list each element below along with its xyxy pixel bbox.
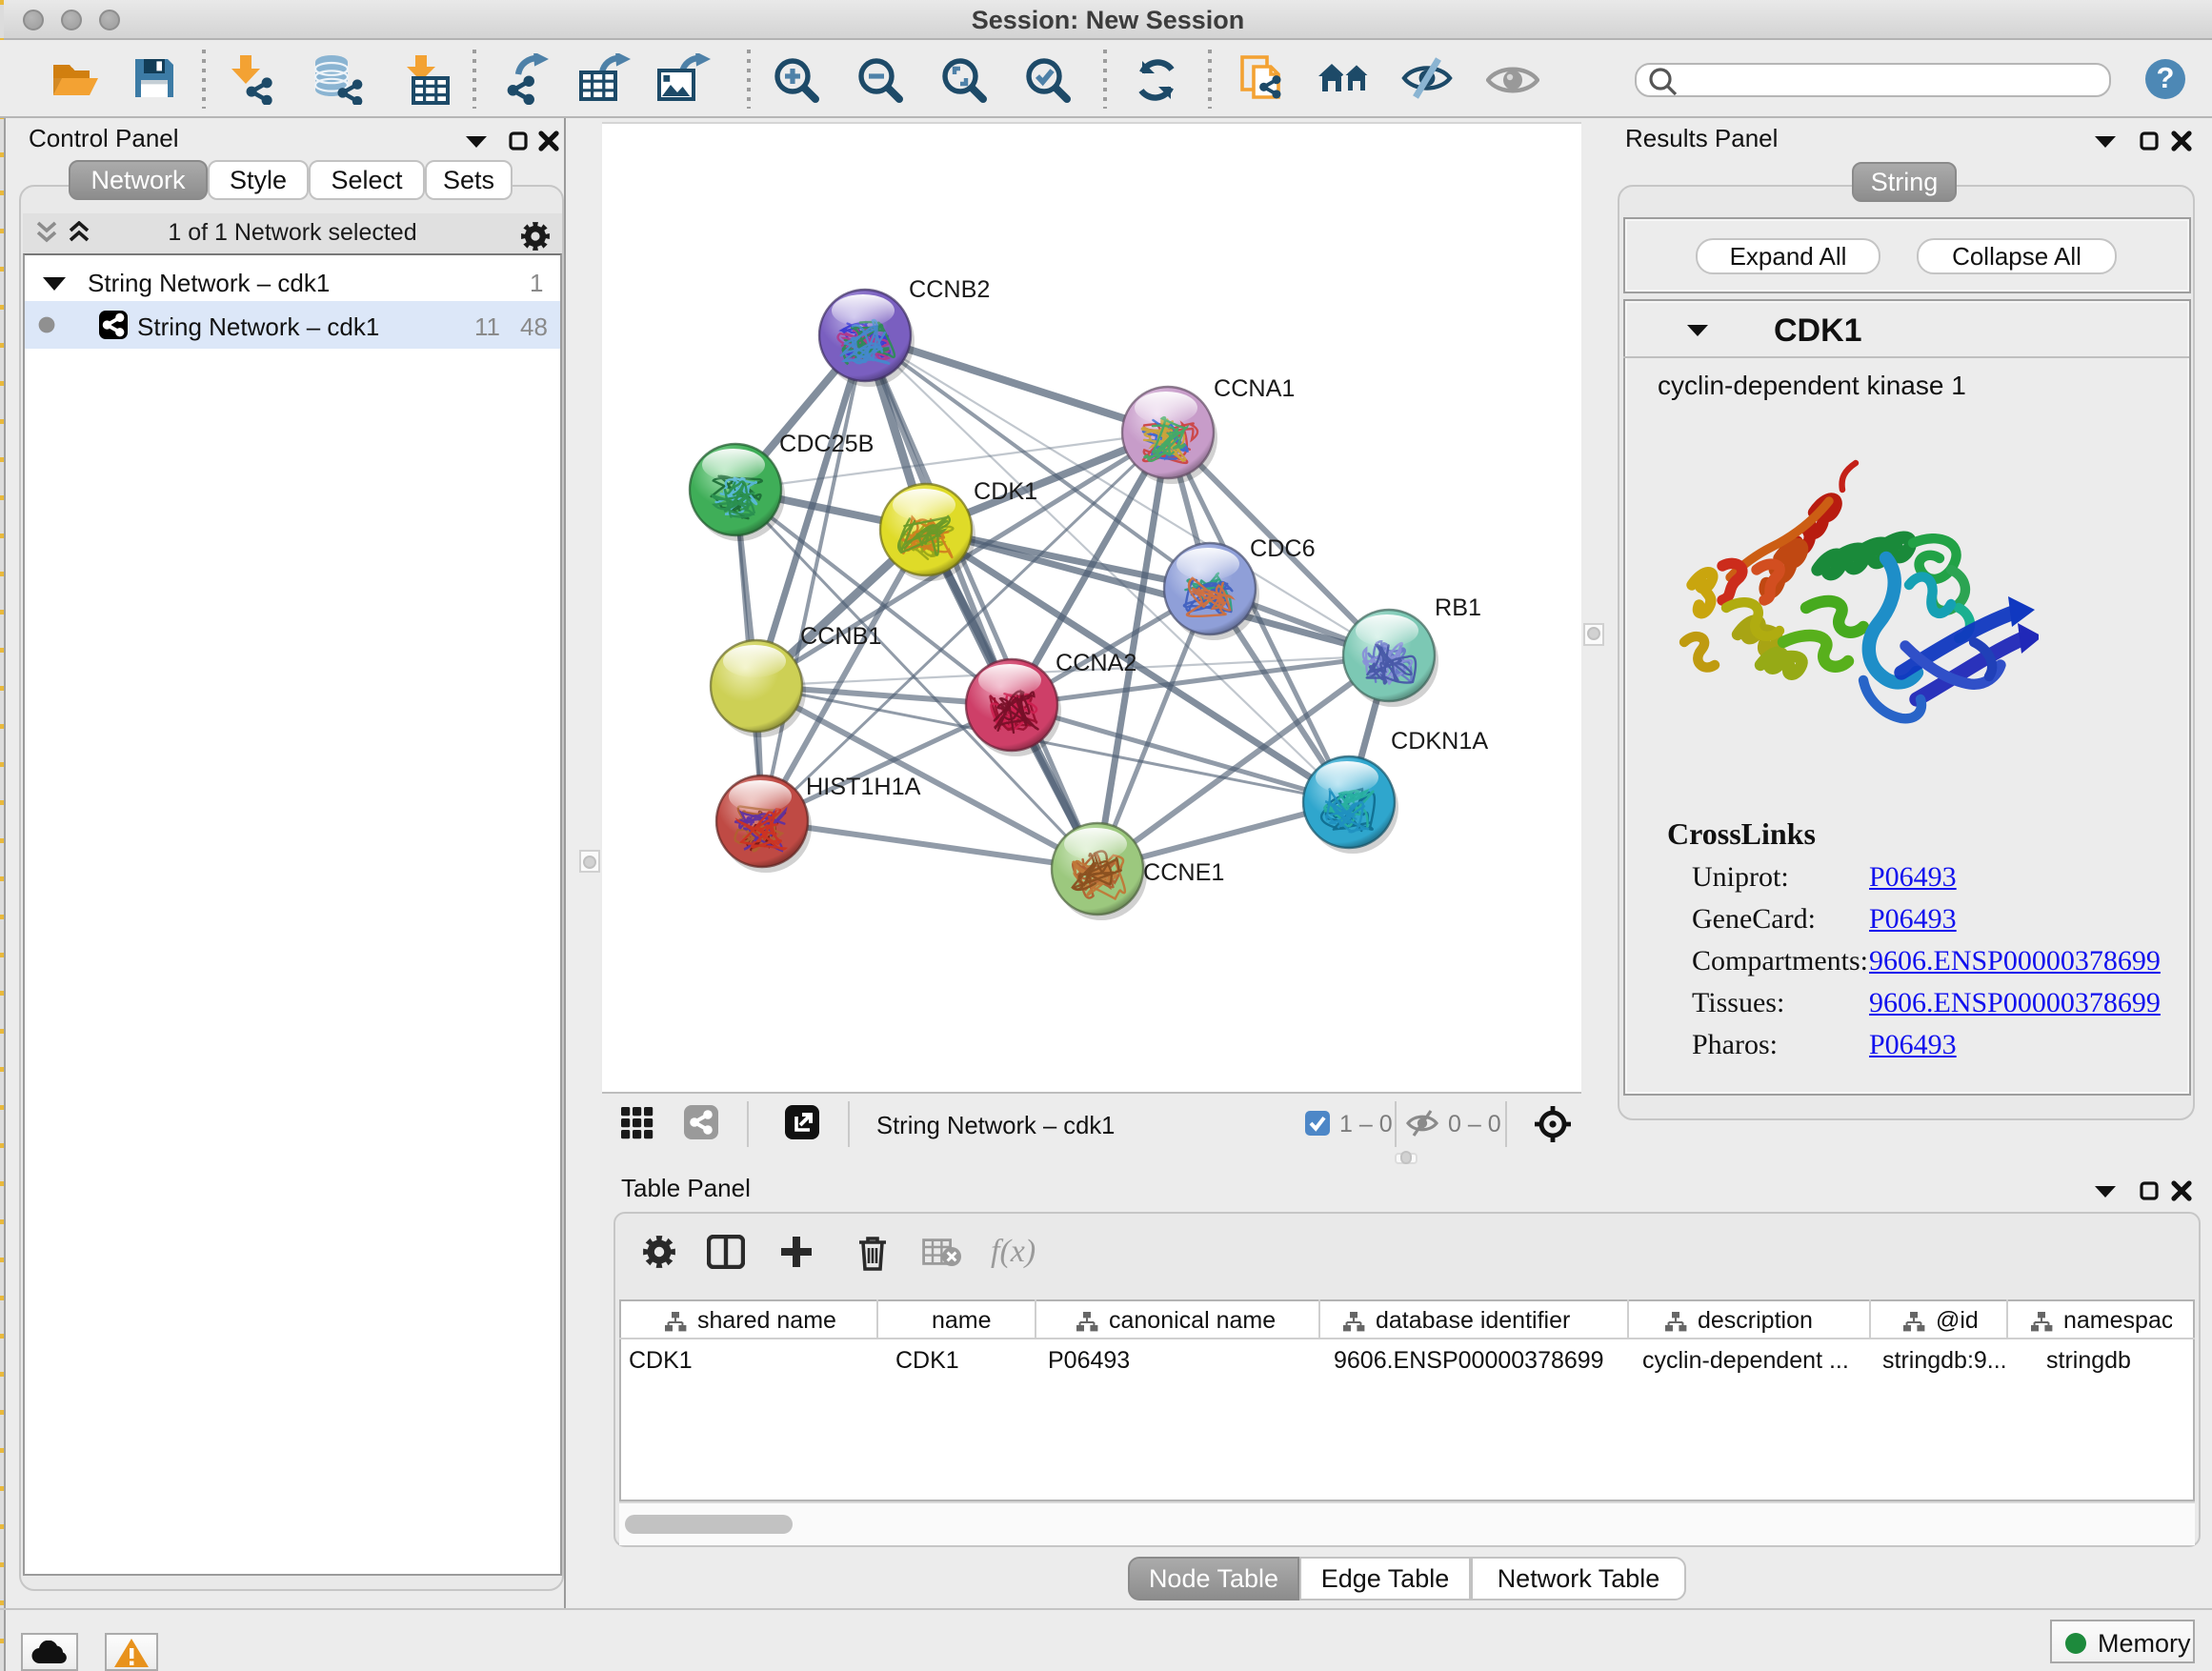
svg-text:CDC25B: CDC25B (779, 431, 874, 457)
svg-text:CDK1: CDK1 (974, 478, 1037, 505)
svg-text:CDC6: CDC6 (1250, 535, 1316, 562)
svg-text:RB1: RB1 (1435, 594, 1481, 621)
svg-text:CCNE1: CCNE1 (1143, 859, 1224, 886)
svg-text:CCNA2: CCNA2 (1056, 650, 1136, 676)
svg-text:HIST1H1A: HIST1H1A (806, 774, 921, 800)
svg-text:CCNA1: CCNA1 (1214, 375, 1295, 402)
svg-text:CCNB2: CCNB2 (909, 276, 990, 303)
svg-text:CDKN1A: CDKN1A (1391, 728, 1488, 755)
svg-text:CCNB1: CCNB1 (800, 623, 881, 650)
